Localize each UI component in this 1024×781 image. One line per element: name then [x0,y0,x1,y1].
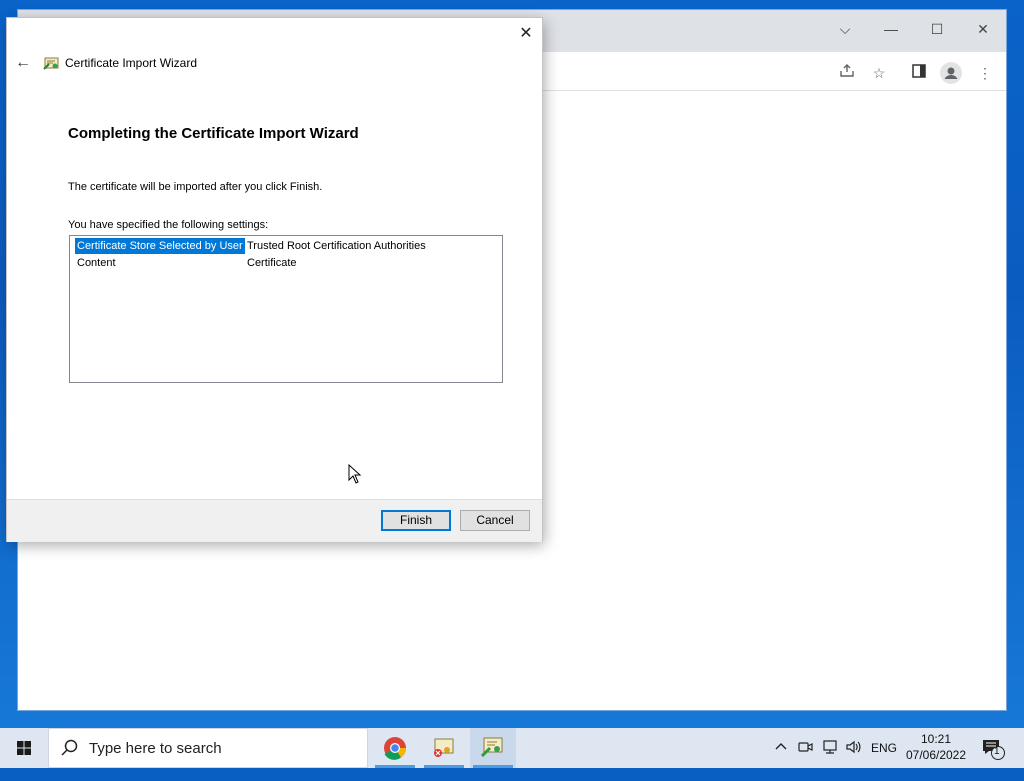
share-icon[interactable] [836,62,858,84]
clock-date: 07/06/2022 [905,748,967,762]
finish-button[interactable]: Finish [381,510,451,531]
wizard-title: Certificate Import Wizard [65,56,198,70]
clock[interactable]: 10:21 07/06/2022 [903,731,969,763]
chevron-up-icon[interactable] [774,739,788,779]
volume-icon[interactable] [845,739,863,779]
tab-search-icon[interactable]: ⌵ [830,16,860,42]
notification-icon[interactable]: 1 [982,738,1008,778]
cert-manager-icon[interactable] [421,728,467,768]
window-close-button[interactable]: ✕ [968,16,998,42]
language-indicator[interactable]: ENG [871,741,897,781]
setting-key: Content [77,257,116,269]
setting-key: Certificate Store Selected by User [74,237,246,255]
info-text: The certificate will be imported after y… [68,181,323,193]
certificate-icon [43,55,61,71]
page-heading: Completing the Certificate Import Wizard [68,125,359,142]
certificate-import-wizard: ✕ ← Certificate Import Wizard Completing… [7,18,542,542]
setting-value: Certificate [247,257,297,269]
mouse-cursor-icon [348,463,362,484]
setting-value: Trusted Root Certification Authorities [247,240,426,252]
meet-now-icon[interactable] [797,739,813,779]
settings-label: You have specified the following setting… [68,219,269,231]
cancel-button[interactable]: Cancel [460,510,530,531]
maximize-button[interactable]: ☐ [922,16,952,42]
dialog-footer: Finish Cancel [7,499,542,542]
profile-icon[interactable] [940,62,962,84]
star-icon[interactable]: ☆ [868,62,890,84]
search-input[interactable]: Type here to search [48,728,368,768]
minimize-button[interactable]: — [876,16,906,42]
chrome-icon[interactable] [372,728,418,768]
clock-time: 10:21 [920,732,952,746]
network-icon[interactable] [821,739,839,779]
search-placeholder: Type here to search [89,740,222,757]
settings-list[interactable]: Certificate Store Selected by User Trust… [69,235,503,383]
more-icon[interactable]: ⋮ [974,62,996,84]
notification-count: 1 [994,746,1000,757]
back-arrow-icon[interactable]: ← [13,54,33,72]
close-icon[interactable]: ✕ [512,22,540,46]
side-panel-icon[interactable] [908,62,930,84]
search-icon [61,739,79,760]
wizard-icon[interactable] [470,728,516,768]
taskbar: Type here to search ENG 10:21 07/06/2022… [0,728,1024,768]
windows-start-icon[interactable] [0,728,48,768]
